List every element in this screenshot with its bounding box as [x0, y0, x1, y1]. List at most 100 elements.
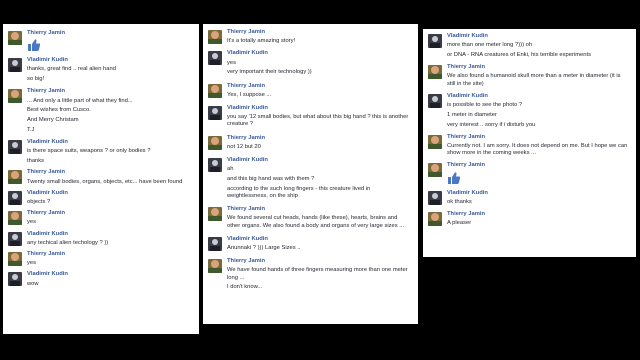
- message-line: ah: [227, 166, 234, 173]
- avatar[interactable]: [8, 31, 22, 45]
- avatar[interactable]: [8, 89, 22, 104]
- message-body: Thierry Jamin We also found a humanoid sk…: [447, 64, 630, 88]
- author-name[interactable]: Vladimir Kudin: [27, 231, 193, 238]
- avatar[interactable]: [8, 190, 22, 205]
- message-line: We have found hands of three fingers mea…: [227, 267, 408, 281]
- author-name[interactable]: Thierry Jamin: [27, 251, 193, 258]
- author-name[interactable]: Thierry Jamin: [27, 30, 193, 37]
- author-name[interactable]: Thierry Jamin: [227, 83, 412, 90]
- chat-message: Vladimir Kudin any techical alien techolo…: [8, 231, 193, 247]
- message-body: Thierry Jamin Yes, I suppose ...: [227, 83, 412, 99]
- avatar[interactable]: [8, 252, 22, 267]
- chat-message: Vladimir Kudin you say '12 small bodies, …: [208, 105, 412, 129]
- avatar[interactable]: [208, 207, 222, 222]
- message-line: thanks: [27, 158, 45, 165]
- message-line: yes: [27, 219, 37, 226]
- message-text: ... And only a little part of what they …: [27, 98, 193, 135]
- avatar[interactable]: [428, 190, 442, 205]
- message-text: is there space suits, weapons ? or only …: [27, 148, 193, 165]
- author-name[interactable]: Thierry Jamin: [447, 134, 630, 141]
- author-name[interactable]: Thierry Jamin: [27, 169, 193, 176]
- message-text: A pleaser: [447, 220, 630, 227]
- author-name[interactable]: Vladimir Kudin: [27, 139, 193, 146]
- message-line: ... And only a little part of what they …: [27, 97, 133, 104]
- avatar[interactable]: [428, 93, 442, 108]
- author-name[interactable]: Vladimir Kudin: [227, 50, 412, 57]
- author-name[interactable]: Vladimir Kudin: [227, 157, 412, 164]
- avatar[interactable]: [8, 211, 22, 226]
- message-list: Thierry Jamin Vladimir Kudin thanks, great…: [3, 24, 199, 288]
- avatar[interactable]: [8, 140, 22, 155]
- chat-message: Vladimir Kudin objects ?: [8, 190, 193, 206]
- message-body: Thierry Jamin Currently not. I am sorry. …: [447, 134, 630, 158]
- avatar[interactable]: [208, 51, 222, 66]
- avatar[interactable]: [8, 58, 22, 73]
- message-line: not 12 but 20: [227, 143, 261, 150]
- avatar[interactable]: [208, 30, 222, 44]
- author-name[interactable]: Thierry Jamin: [227, 135, 412, 142]
- author-name[interactable]: Thierry Jamin: [227, 29, 412, 36]
- avatar[interactable]: [208, 106, 222, 121]
- message-body: Thierry Jamin yes: [27, 210, 193, 226]
- chat-panel-1: Thierry Jamin Vladimir Kudin thanks, great…: [3, 24, 199, 334]
- avatar[interactable]: [208, 236, 222, 251]
- thumbs-up-icon: [28, 39, 41, 52]
- avatar[interactable]: [428, 212, 442, 227]
- message-line: Twenty small bodies, organs, objects, et…: [27, 178, 183, 185]
- author-name[interactable]: Vladimir Kudin: [447, 33, 630, 40]
- thumbs-up-icon: [448, 172, 461, 184]
- message-text: We found several cut heads, hands (like …: [227, 215, 412, 229]
- author-name[interactable]: Vladimir Kudin: [27, 271, 193, 278]
- message-body: Thierry Jamin We found several cut heads,…: [227, 206, 412, 230]
- author-name[interactable]: Thierry Jamin: [447, 64, 630, 71]
- avatar[interactable]: [428, 34, 442, 48]
- author-name[interactable]: Thierry Jamin: [447, 162, 630, 169]
- author-name[interactable]: Vladimir Kudin: [447, 93, 630, 100]
- author-name[interactable]: Vladimir Kudin: [227, 105, 412, 112]
- author-name[interactable]: Thierry Jamin: [227, 206, 412, 213]
- avatar[interactable]: [208, 83, 222, 98]
- avatar[interactable]: [208, 158, 222, 173]
- chat-message: Vladimir Kudin is possible to see the pho…: [428, 93, 630, 129]
- message-body: Vladimir Kudin is possible to see the pho…: [447, 93, 630, 129]
- message-line: is there space suits, weapons ? or only …: [27, 148, 151, 155]
- message-line: yes: [27, 260, 37, 267]
- avatar[interactable]: [208, 135, 222, 150]
- avatar[interactable]: [428, 134, 442, 149]
- author-name[interactable]: Thierry Jamin: [227, 258, 412, 265]
- author-name[interactable]: Thierry Jamin: [447, 211, 630, 218]
- message-text: Anunnaki ? ))) Large Sizes ..: [227, 245, 412, 252]
- avatar[interactable]: [8, 231, 22, 246]
- message-text: yes: [27, 219, 193, 226]
- message-line: A pleaser: [447, 220, 472, 227]
- author-name[interactable]: Vladimir Kudin: [227, 236, 412, 243]
- author-name[interactable]: Vladimir Kudin: [27, 190, 193, 197]
- author-name[interactable]: Thierry Jamin: [27, 88, 193, 95]
- avatar[interactable]: [8, 272, 22, 287]
- message-line: very important their technology )): [227, 69, 312, 76]
- message-line: or DNA - RNA creatures of Enki, his terr…: [447, 52, 592, 58]
- message-line: And Merry Christam: [27, 117, 79, 124]
- message-text: ok thanks: [447, 199, 630, 206]
- message-body: Vladimir Kudin Anunnaki ? ))) Large Sizes…: [227, 236, 412, 252]
- message-text: We have found hands of three fingers mea…: [227, 267, 412, 291]
- avatar[interactable]: [428, 65, 442, 80]
- message-text: We also found a humanoid skull more than…: [447, 73, 630, 87]
- chat-message: Vladimir Kudin Anunnaki ? ))) Large Sizes…: [208, 236, 412, 252]
- avatar[interactable]: [428, 163, 442, 178]
- avatar[interactable]: [208, 259, 222, 274]
- author-name[interactable]: Vladimir Kudin: [447, 190, 630, 197]
- chat-message: Thierry Jamin Currently not. I am sorry. …: [428, 134, 630, 158]
- author-name[interactable]: Thierry Jamin: [27, 210, 193, 217]
- avatar[interactable]: [8, 170, 22, 185]
- author-name[interactable]: Vladimir Kudin: [27, 57, 193, 64]
- message-line: I don't know...: [227, 284, 263, 291]
- message-line: ok thanks: [447, 198, 472, 205]
- chat-message: Vladimir Kudin ok thanks: [428, 190, 630, 206]
- message-text: It's a totally amazing story!: [227, 38, 412, 45]
- message-list: Thierry Jamin It's a totally amazing stor…: [203, 24, 418, 292]
- message-body: Thierry Jamin Twenty small bodies, organs…: [27, 169, 193, 185]
- chat-panel-2: Thierry Jamin It's a totally amazing stor…: [203, 24, 418, 324]
- message-text: you say '12 small bodies, but what about…: [227, 114, 412, 128]
- message-body: Vladimir Kudin ah and this big hand was wi…: [227, 157, 412, 200]
